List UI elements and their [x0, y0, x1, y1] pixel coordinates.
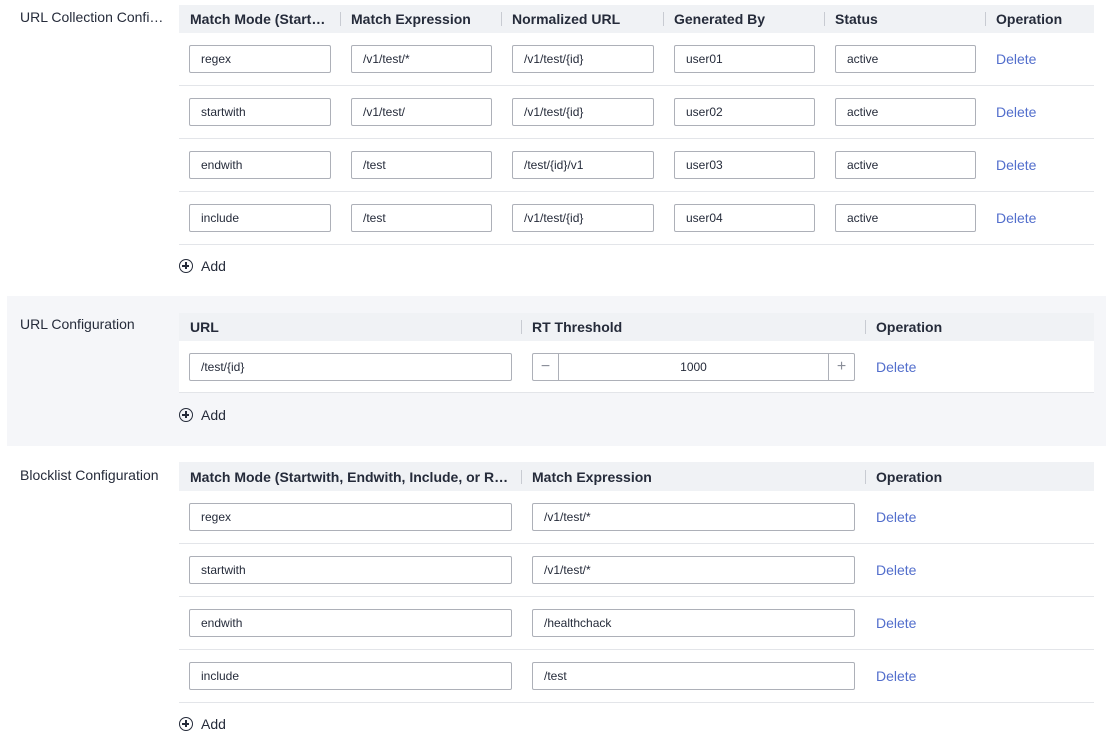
match-mode-input[interactable]: include — [189, 662, 512, 690]
url-collection-label: URL Collection Confi… — [20, 9, 164, 25]
match-mode-input[interactable]: endwith — [189, 609, 512, 637]
rt-threshold-value[interactable]: 1000 — [559, 354, 828, 380]
url-config-label: URL Configuration — [20, 316, 135, 332]
blocklist-section: Blocklist Configuration Match Mode (Star… — [0, 446, 1115, 735]
match-expression-input[interactable]: /test — [351, 204, 492, 232]
add-blocklist-button[interactable]: Add — [179, 716, 226, 732]
normalized-url-input[interactable]: /v1/test/{id} — [512, 204, 654, 232]
delete-link[interactable]: Delete — [865, 615, 916, 631]
status-input[interactable]: active — [835, 98, 976, 126]
col-generated-by: Generated By — [663, 5, 824, 33]
match-expression-input[interactable]: /v1/test/* — [532, 556, 855, 584]
match-mode-input[interactable]: regex — [189, 45, 331, 73]
normalized-url-input[interactable]: /v1/test/{id} — [512, 98, 654, 126]
generated-by-input[interactable]: user02 — [674, 98, 815, 126]
generated-by-input[interactable]: user01 — [674, 45, 815, 73]
match-expression-input[interactable]: /v1/test/* — [532, 503, 855, 531]
add-label: Add — [201, 258, 226, 274]
match-expression-input[interactable]: /v1/test/* — [351, 45, 492, 73]
add-url-config-button[interactable]: Add — [179, 407, 226, 423]
add-url-collection-button[interactable]: Add — [179, 258, 226, 274]
url-collection-section: URL Collection Confi… Match Mode (Start…… — [0, 0, 1115, 296]
match-expression-input[interactable]: /test — [351, 151, 492, 179]
delete-link[interactable]: Delete — [985, 51, 1036, 67]
add-label: Add — [201, 407, 226, 423]
plus-circle-icon — [179, 259, 193, 273]
match-expression-input[interactable]: /v1/test/ — [351, 98, 492, 126]
normalized-url-input[interactable]: /v1/test/{id} — [512, 45, 654, 73]
col-operation: Operation — [985, 5, 1094, 33]
url-config-section: URL Configuration URL RT Threshold Opera… — [7, 296, 1106, 446]
delete-link[interactable]: Delete — [865, 668, 916, 684]
table-header: URL RT Threshold Operation — [179, 313, 1094, 341]
table-row: startwith /v1/test/* Delete — [179, 544, 1094, 597]
match-mode-input[interactable]: startwith — [189, 98, 331, 126]
status-input[interactable]: active — [835, 204, 976, 232]
table-row: /test/{id} − 1000 + Delete — [179, 341, 1094, 393]
match-mode-input[interactable]: endwith — [189, 151, 331, 179]
table-row: startwith /v1/test/ /v1/test/{id} user02… — [179, 86, 1094, 139]
blocklist-label: Blocklist Configuration — [20, 467, 159, 483]
add-label: Add — [201, 716, 226, 732]
col-match-mode: Match Mode (Start… — [190, 11, 326, 27]
table-row: endwith /test /test/{id}/v1 user03 activ… — [179, 139, 1094, 192]
col-rt-threshold: RT Threshold — [521, 313, 865, 341]
table-row: include /test /v1/test/{id} user04 activ… — [179, 192, 1094, 245]
match-mode-input[interactable]: regex — [189, 503, 512, 531]
col-normalized-url: Normalized URL — [501, 5, 663, 33]
generated-by-input[interactable]: user03 — [674, 151, 815, 179]
normalized-url-input[interactable]: /test/{id}/v1 — [512, 151, 654, 179]
increment-button[interactable]: + — [828, 353, 854, 380]
delete-link[interactable]: Delete — [865, 359, 916, 375]
col-status: Status — [824, 5, 985, 33]
delete-link[interactable]: Delete — [985, 210, 1036, 226]
table-row: include /test Delete — [179, 650, 1094, 703]
decrement-button[interactable]: − — [533, 353, 559, 380]
plus-circle-icon — [179, 717, 193, 731]
status-input[interactable]: active — [835, 45, 976, 73]
url-collection-table: Match Mode (Start… Match Expression Norm… — [179, 5, 1094, 245]
table-row: endwith /healthchack Delete — [179, 597, 1094, 650]
match-expression-input[interactable]: /healthchack — [532, 609, 855, 637]
col-url: URL — [190, 319, 219, 335]
status-input[interactable]: active — [835, 151, 976, 179]
table-row: regex /v1/test/* /v1/test/{id} user01 ac… — [179, 33, 1094, 86]
col-operation: Operation — [865, 463, 1094, 491]
col-operation: Operation — [865, 313, 1094, 341]
delete-link[interactable]: Delete — [865, 509, 916, 525]
url-config-table: URL RT Threshold Operation /test/{id} − … — [179, 313, 1094, 393]
delete-link[interactable]: Delete — [865, 562, 916, 578]
match-mode-input[interactable]: startwith — [189, 556, 512, 584]
url-input[interactable]: /test/{id} — [189, 352, 512, 381]
generated-by-input[interactable]: user04 — [674, 204, 815, 232]
table-header: Match Mode (Startwith, Endwith, Include,… — [179, 462, 1094, 491]
col-match-mode: Match Mode (Startwith, Endwith, Include,… — [190, 468, 509, 485]
match-mode-input[interactable]: include — [189, 204, 331, 232]
rt-threshold-stepper: − 1000 + — [532, 352, 855, 381]
table-row: regex /v1/test/* Delete — [179, 491, 1094, 544]
blocklist-table: Match Mode (Startwith, Endwith, Include,… — [179, 462, 1094, 703]
plus-circle-icon — [179, 408, 193, 422]
table-header: Match Mode (Start… Match Expression Norm… — [179, 5, 1094, 33]
match-expression-input[interactable]: /test — [532, 662, 855, 690]
delete-link[interactable]: Delete — [985, 104, 1036, 120]
col-match-expression: Match Expression — [521, 463, 865, 491]
col-match-expression: Match Expression — [340, 5, 501, 33]
delete-link[interactable]: Delete — [985, 157, 1036, 173]
